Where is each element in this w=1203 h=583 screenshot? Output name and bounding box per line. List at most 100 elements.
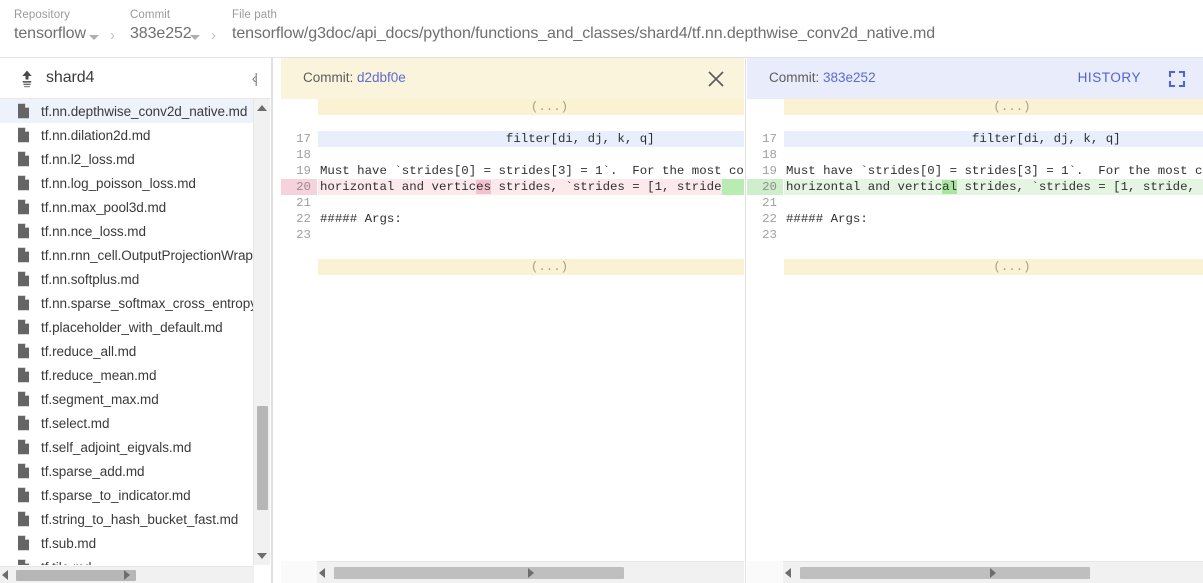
line-number bbox=[281, 259, 317, 275]
right-hscroll-thumb[interactable] bbox=[800, 567, 1090, 579]
right-commit-prefix: Commit: bbox=[769, 70, 819, 85]
scroll-right-arrow-icon[interactable] bbox=[528, 568, 534, 578]
diff-row bbox=[747, 243, 1203, 259]
scroll-left-arrow-icon[interactable] bbox=[785, 568, 791, 578]
list-item-label: tf.nn.l2_loss.md bbox=[41, 152, 135, 167]
list-item[interactable]: tf.nn.max_pool3d.md bbox=[0, 195, 254, 219]
left-horizontal-scrollbar[interactable] bbox=[317, 561, 744, 583]
line-number: 22 bbox=[281, 211, 317, 227]
list-item[interactable]: tf.nn.l2_loss.md bbox=[0, 147, 254, 171]
right-commit-sha[interactable]: 383e252 bbox=[823, 70, 876, 85]
line-number: 23 bbox=[281, 227, 317, 243]
arrow-up-icon[interactable] bbox=[17, 68, 37, 88]
list-item[interactable]: tf.sparse_to_indicator.md bbox=[0, 483, 254, 507]
history-button[interactable]: HISTORY bbox=[1078, 70, 1141, 85]
list-item[interactable]: tf.string_to_hash_bucket_fast.md bbox=[0, 507, 254, 531]
list-item[interactable]: tf.sub.md bbox=[0, 531, 254, 555]
left-scroll-gutter-filler bbox=[281, 561, 317, 583]
chevron-down-icon[interactable] bbox=[190, 35, 200, 40]
file-list[interactable]: tf.nn.depthwise_conv2d_native.md tf.nn.di… bbox=[0, 99, 254, 565]
left-hscroll-thumb[interactable] bbox=[334, 567, 624, 579]
diff-row-text bbox=[784, 243, 786, 259]
diff-pane-left-header: Commit: d2dbf0e bbox=[281, 58, 744, 99]
list-item[interactable]: tf.nn.rnn_cell.OutputProjectionWrapper.m… bbox=[0, 243, 254, 267]
sidebar-vscroll-thumb[interactable] bbox=[257, 406, 268, 510]
list-item-label: tf.nn.rnn_cell.OutputProjectionWrapper.m… bbox=[41, 248, 254, 263]
sidebar-hscroll-thumb[interactable] bbox=[16, 570, 136, 581]
list-item[interactable]: tf.nn.log_poisson_loss.md bbox=[0, 171, 254, 195]
scroll-left-arrow-icon[interactable] bbox=[319, 568, 325, 578]
file-icon bbox=[17, 535, 30, 551]
diff-row-text bbox=[318, 243, 320, 259]
list-item[interactable]: tf.nn.sparse_softmax_cross_entropy_with_… bbox=[0, 291, 254, 315]
line-number bbox=[281, 243, 317, 259]
diff-row-text bbox=[318, 147, 320, 163]
list-item-label: tf.select.md bbox=[41, 416, 109, 431]
list-item[interactable]: tf.reduce_all.md bbox=[0, 339, 254, 363]
scroll-right-arrow-icon[interactable] bbox=[124, 570, 130, 580]
list-item[interactable]: tf.segment_max.md bbox=[0, 387, 254, 411]
file-icon bbox=[17, 199, 30, 215]
list-item[interactable]: tf.select.md bbox=[0, 411, 254, 435]
diff-row: (...) bbox=[281, 259, 744, 275]
sidebar-vertical-scrollbar[interactable] bbox=[253, 99, 270, 565]
diff-row: 22##### Args: bbox=[747, 211, 1203, 227]
diff-row-text bbox=[784, 115, 786, 131]
close-icon[interactable] bbox=[704, 67, 728, 91]
left-commit-sha[interactable]: d2dbf0e bbox=[357, 70, 406, 85]
file-path-value: tensorflow/g3doc/api_docs/python/functio… bbox=[232, 25, 935, 43]
diff-text-prefix: horizontal and vertic bbox=[320, 180, 476, 194]
line-number: 20 bbox=[281, 179, 317, 195]
diff-row bbox=[747, 115, 1203, 131]
diff-row-text: ##### Args: bbox=[784, 211, 868, 227]
line-number: 19 bbox=[281, 163, 317, 179]
list-item[interactable]: tf.tile.md bbox=[0, 555, 254, 565]
fullscreen-icon[interactable] bbox=[1165, 67, 1189, 91]
chevron-down-icon[interactable] bbox=[89, 35, 99, 40]
list-item-label: tf.nn.dilation2d.md bbox=[41, 128, 150, 143]
scroll-up-arrow-icon[interactable] bbox=[257, 105, 267, 111]
diff-row: 18 bbox=[747, 147, 1203, 163]
list-item-label: tf.nn.softplus.md bbox=[41, 272, 139, 287]
file-icon bbox=[17, 103, 30, 119]
file-icon bbox=[17, 511, 30, 527]
file-icon bbox=[17, 127, 30, 143]
line-number bbox=[747, 259, 783, 275]
file-icon bbox=[17, 151, 30, 167]
diff-row-text: (...) bbox=[784, 99, 1203, 115]
diff-row: (...) bbox=[747, 259, 1203, 275]
diff-pane-right: Commit: 383e252 HISTORY (...)17 filter[d… bbox=[747, 58, 1203, 583]
file-icon bbox=[17, 487, 30, 503]
scroll-right-arrow-icon[interactable] bbox=[990, 568, 996, 578]
list-item[interactable]: tf.nn.softplus.md bbox=[0, 267, 254, 291]
line-number: 17 bbox=[747, 131, 783, 147]
list-item[interactable]: tf.nn.dilation2d.md bbox=[0, 123, 254, 147]
file-sidebar: shard4 ‹| tf.nn.depthwise_conv2d_native.… bbox=[0, 58, 272, 583]
file-icon bbox=[17, 559, 30, 565]
file-icon bbox=[17, 415, 30, 431]
diff-row-text: ##### Args: bbox=[318, 211, 402, 227]
collapse-panel-icon[interactable]: ‹| bbox=[252, 70, 256, 86]
sidebar-horizontal-scrollbar[interactable] bbox=[0, 566, 254, 583]
line-number: 18 bbox=[747, 147, 783, 163]
list-item-label: tf.string_to_hash_bucket_fast.md bbox=[41, 512, 238, 527]
diff-row-text: filter[di, dj, k, q] bbox=[318, 131, 655, 147]
list-item[interactable]: tf.self_adjoint_eigvals.md bbox=[0, 435, 254, 459]
diff-row: 20horizontal and vertices strides, `stri… bbox=[281, 179, 744, 195]
list-item[interactable]: tf.sparse_add.md bbox=[0, 459, 254, 483]
list-item[interactable]: tf.placeholder_with_default.md bbox=[0, 315, 254, 339]
list-item[interactable]: tf.reduce_mean.md bbox=[0, 363, 254, 387]
file-icon bbox=[17, 319, 30, 335]
diff-row-text bbox=[784, 147, 786, 163]
list-item[interactable]: tf.nn.depthwise_conv2d_native.md bbox=[0, 99, 254, 123]
right-horizontal-scrollbar[interactable] bbox=[783, 561, 1203, 583]
list-item[interactable]: tf.nn.nce_loss.md bbox=[0, 219, 254, 243]
file-icon bbox=[17, 439, 30, 455]
list-item-label: tf.nn.max_pool3d.md bbox=[41, 200, 166, 215]
scroll-down-arrow-icon[interactable] bbox=[257, 553, 267, 559]
diff-text-prefix: horizontal and vertic bbox=[786, 180, 942, 194]
list-item-label: tf.nn.log_poisson_loss.md bbox=[41, 176, 196, 191]
line-number bbox=[747, 115, 783, 131]
list-item-label: tf.nn.sparse_softmax_cross_entropy_with_… bbox=[41, 296, 254, 311]
scroll-left-arrow-icon[interactable] bbox=[2, 570, 8, 580]
